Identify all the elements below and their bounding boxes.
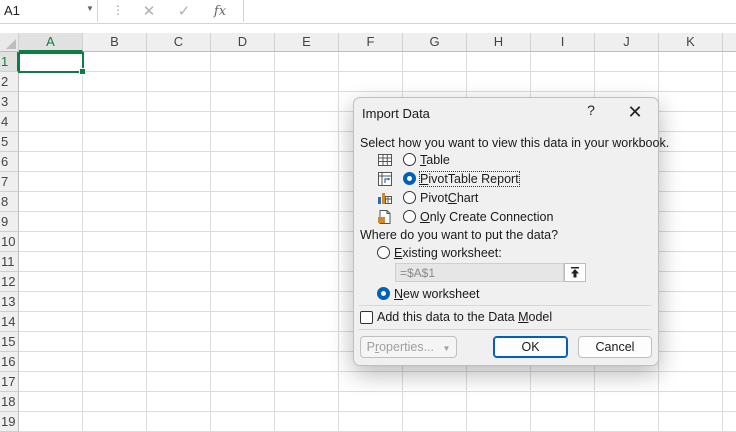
- collapse-dialog-button[interactable]: [564, 263, 586, 282]
- formula-bar-grip-icon: ⋮: [112, 3, 124, 17]
- help-button[interactable]: ?: [581, 102, 601, 122]
- column-header-f[interactable]: F: [339, 33, 403, 52]
- data-model-label[interactable]: Add this data to the Data Model: [377, 310, 552, 324]
- name-box-dropdown-icon[interactable]: ▼: [86, 4, 94, 13]
- column-header-row: A B C D E F G H I J K: [0, 33, 736, 52]
- column-header-g[interactable]: G: [403, 33, 467, 52]
- pivotchart-radio[interactable]: [403, 191, 416, 204]
- pivottable-label[interactable]: PivotTable Report: [419, 171, 520, 187]
- column-header-i[interactable]: I: [531, 33, 595, 52]
- table-label[interactable]: Table: [420, 153, 450, 167]
- divider: [359, 329, 652, 330]
- row-header-3[interactable]: 3: [0, 92, 19, 112]
- row-header-12[interactable]: 12: [0, 272, 19, 292]
- pivotchart-icon: [378, 193, 392, 204]
- dialog-title: Import Data: [362, 106, 430, 121]
- view-prompt: Select how you want to view this data in…: [360, 136, 670, 150]
- pivottable-icon: [378, 172, 392, 186]
- column-header-k[interactable]: K: [659, 33, 723, 52]
- new-worksheet-label[interactable]: New worksheet: [394, 287, 479, 301]
- name-box[interactable]: A1 ▼: [0, 0, 98, 22]
- row-header-17[interactable]: 17: [0, 372, 19, 392]
- chevron-down-icon: ▼: [442, 344, 451, 353]
- insert-function-icon[interactable]: fx: [207, 1, 233, 21]
- cell-reference-input[interactable]: =$A$1: [395, 263, 564, 282]
- column-header-e[interactable]: E: [275, 33, 339, 52]
- enter-entry-icon[interactable]: ✓: [171, 1, 197, 21]
- column-header-j[interactable]: J: [595, 33, 659, 52]
- row-header-1[interactable]: 1: [0, 52, 19, 72]
- connection-icon: [378, 210, 391, 224]
- column-header-h[interactable]: H: [467, 33, 531, 52]
- column-header-a[interactable]: A: [19, 33, 83, 52]
- row-header-19[interactable]: 19: [0, 412, 19, 432]
- column-header-c[interactable]: C: [147, 33, 211, 52]
- row-header-5[interactable]: 5: [0, 132, 19, 152]
- formula-input[interactable]: [243, 0, 736, 22]
- table-radio[interactable]: [403, 153, 416, 166]
- divider: [359, 305, 652, 306]
- connection-radio[interactable]: [403, 210, 416, 223]
- active-cell-a1[interactable]: [18, 52, 86, 75]
- row-header-10[interactable]: 10: [0, 232, 19, 252]
- row-header-2[interactable]: 2: [0, 72, 19, 92]
- name-box-value[interactable]: A1: [4, 3, 20, 18]
- close-button[interactable]: ✕: [624, 102, 646, 124]
- existing-worksheet-label[interactable]: Existing worksheet:: [394, 246, 502, 260]
- row-header-15[interactable]: 15: [0, 332, 19, 352]
- connection-label[interactable]: Only Create Connection: [420, 210, 553, 224]
- column-header-d[interactable]: D: [211, 33, 275, 52]
- select-all-button[interactable]: [0, 33, 19, 52]
- row-header-11[interactable]: 11: [0, 252, 19, 272]
- row-header-13[interactable]: 13: [0, 292, 19, 312]
- upload-arrow-icon: [571, 267, 579, 278]
- row-header-16[interactable]: 16: [0, 352, 19, 372]
- cell-reference-value: =$A$1: [400, 266, 436, 280]
- import-data-dialog: Import Data ? ✕ Select how you want to v…: [353, 97, 669, 366]
- row-header-9[interactable]: 9: [0, 212, 19, 232]
- row-header-14[interactable]: 14: [0, 312, 19, 332]
- formula-bar: A1 ▼ ⋮ ✕ ✓ fx: [0, 0, 736, 24]
- row-header-7[interactable]: 7: [0, 172, 19, 192]
- row-header-8[interactable]: 8: [0, 192, 19, 212]
- column-header-overflow: [723, 33, 736, 52]
- location-prompt: Where do you want to put the data?: [360, 228, 559, 242]
- column-header-b[interactable]: B: [83, 33, 147, 52]
- properties-button[interactable]: Properties... ▼: [360, 336, 457, 358]
- cancel-button[interactable]: Cancel: [578, 336, 652, 358]
- ok-button[interactable]: OK: [493, 336, 568, 358]
- row-header-4[interactable]: 4: [0, 112, 19, 132]
- pivottable-radio[interactable]: [403, 172, 416, 185]
- data-model-checkbox[interactable]: [360, 311, 373, 324]
- new-worksheet-radio[interactable]: [377, 287, 390, 300]
- cancel-entry-icon[interactable]: ✕: [136, 1, 162, 21]
- existing-worksheet-radio[interactable]: [377, 246, 390, 259]
- row-header-6[interactable]: 6: [0, 152, 19, 172]
- table-icon: [378, 154, 392, 166]
- pivotchart-label[interactable]: PivotChart: [420, 191, 478, 205]
- row-header-18[interactable]: 18: [0, 392, 19, 412]
